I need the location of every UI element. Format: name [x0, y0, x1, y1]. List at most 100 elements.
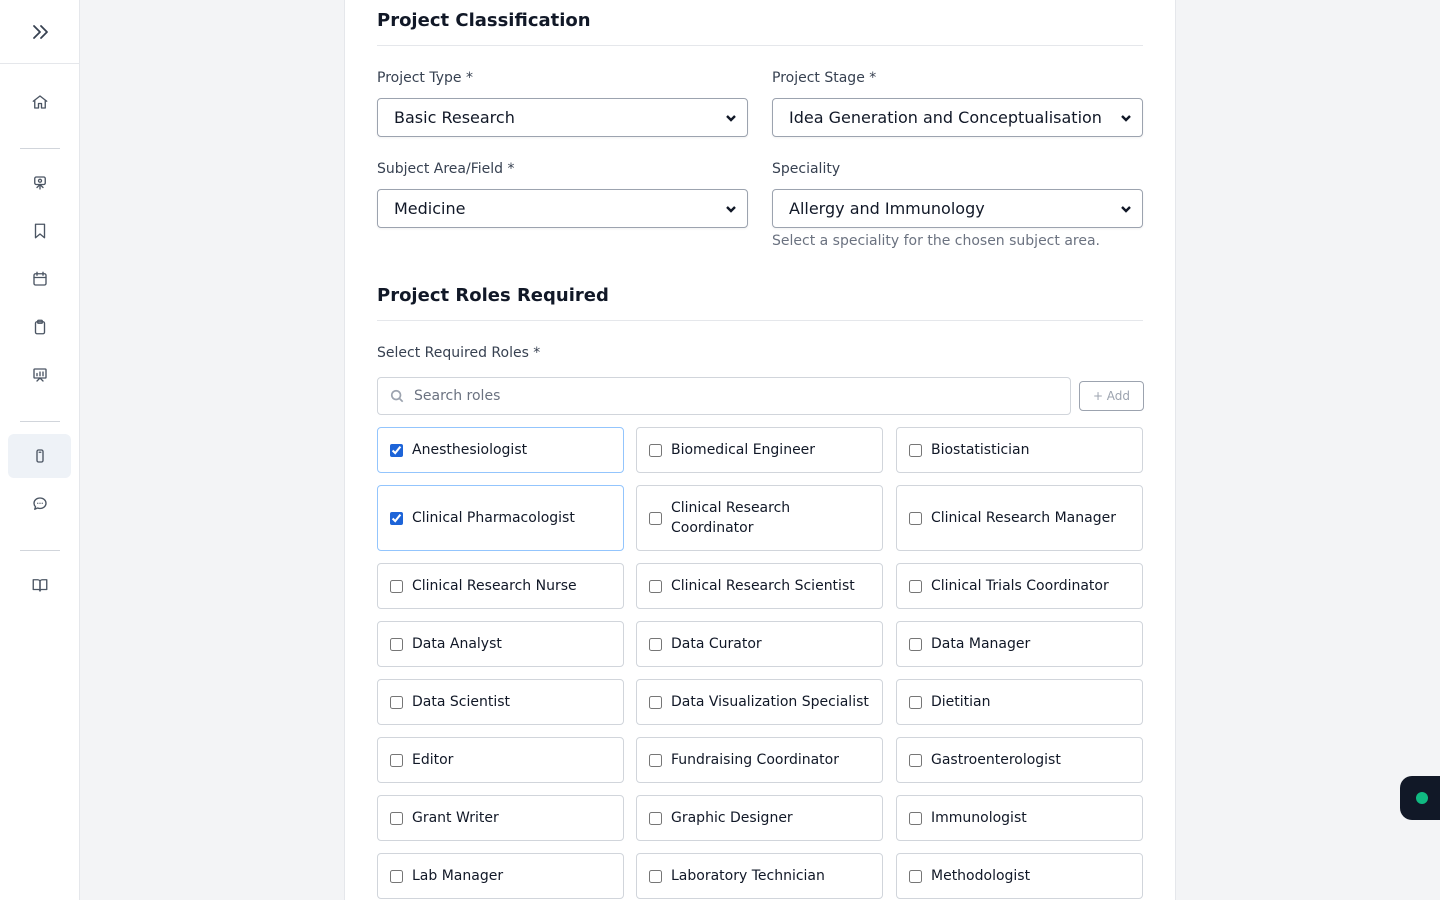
- role-search-input[interactable]: [414, 388, 1014, 404]
- role-checkbox[interactable]: [649, 695, 662, 709]
- home-icon: [32, 95, 47, 109]
- role-option[interactable]: Graphic Designer: [636, 795, 883, 841]
- role-checkbox[interactable]: [909, 443, 922, 457]
- role-checkbox[interactable]: [909, 637, 922, 651]
- project-type-value: Basic Research: [394, 108, 515, 127]
- speciality-select[interactable]: Allergy and Immunology: [772, 189, 1143, 228]
- sidebar-item-bookmarks[interactable]: [8, 209, 71, 253]
- role-option[interactable]: Laboratory Technician: [636, 853, 883, 899]
- role-checkbox[interactable]: [909, 511, 922, 525]
- role-checkbox[interactable]: [390, 637, 403, 651]
- project-stage-select[interactable]: Idea Generation and Conceptualisation: [772, 98, 1143, 137]
- role-label: Dietitian: [931, 694, 991, 710]
- phone-icon: [35, 449, 44, 463]
- role-option[interactable]: Clinical Research Scientist: [636, 563, 883, 609]
- role-option[interactable]: Data Manager: [896, 621, 1143, 667]
- role-label: Immunologist: [931, 810, 1027, 826]
- role-option[interactable]: Dietitian: [896, 679, 1143, 725]
- book-icon: [32, 579, 47, 592]
- role-option[interactable]: Grant Writer: [377, 795, 624, 841]
- role-option[interactable]: Data Curator: [636, 621, 883, 667]
- role-option[interactable]: Clinical Pharmacologist: [377, 485, 624, 551]
- chevrons-right-icon: [32, 24, 48, 39]
- role-option[interactable]: Clinical Research Nurse: [377, 563, 624, 609]
- sidebar-divider: [20, 421, 60, 422]
- add-role-button[interactable]: + Add: [1079, 381, 1144, 411]
- role-option[interactable]: Methodologist: [896, 853, 1143, 899]
- role-checkbox[interactable]: [909, 695, 922, 709]
- online-status-dot: [1416, 792, 1428, 804]
- subject-area-select[interactable]: Medicine: [377, 189, 748, 228]
- role-checkbox[interactable]: [649, 637, 662, 651]
- role-checkbox[interactable]: [649, 443, 662, 457]
- role-label: Methodologist: [931, 868, 1031, 884]
- speciality-value: Allergy and Immunology: [789, 199, 985, 218]
- project-stage-label: Project Stage *: [772, 70, 877, 86]
- section-title-roles: Project Roles Required: [377, 285, 609, 306]
- sidebar-item-messages[interactable]: [8, 482, 71, 526]
- subject-area-value: Medicine: [394, 199, 466, 218]
- role-checkbox[interactable]: [390, 753, 403, 767]
- sidebar-divider: [20, 550, 60, 551]
- role-option[interactable]: Clinical Research Coordinator: [636, 485, 883, 551]
- presentation-icon: [33, 176, 46, 190]
- search-icon: [390, 389, 404, 403]
- sidebar-item-projects[interactable]: [8, 434, 71, 478]
- sidebar-item-reports[interactable]: [8, 353, 71, 397]
- sidebar: [0, 0, 80, 900]
- role-label: Laboratory Technician: [671, 868, 825, 884]
- role-search-field[interactable]: [377, 377, 1071, 415]
- role-option[interactable]: Clinical Trials Coordinator: [896, 563, 1143, 609]
- role-option[interactable]: Biomedical Engineer: [636, 427, 883, 473]
- speciality-label: Speciality: [772, 161, 841, 177]
- role-checkbox[interactable]: [649, 579, 662, 593]
- role-checkbox[interactable]: [390, 579, 403, 593]
- chart-board-icon: [32, 368, 47, 382]
- role-option[interactable]: Editor: [377, 737, 624, 783]
- sidebar-item-clipboard[interactable]: [8, 305, 71, 349]
- chat-widget-button[interactable]: [1400, 776, 1440, 820]
- role-checkbox[interactable]: [649, 811, 662, 825]
- clipboard-icon: [34, 319, 45, 335]
- role-checkbox[interactable]: [909, 869, 922, 883]
- role-option[interactable]: Data Scientist: [377, 679, 624, 725]
- role-label: Clinical Research Manager: [931, 510, 1116, 526]
- role-checkbox[interactable]: [909, 753, 922, 767]
- sidebar-divider: [20, 148, 60, 149]
- role-label: Biostatistician: [931, 442, 1030, 458]
- role-option[interactable]: Gastroenterologist: [896, 737, 1143, 783]
- chevron-down-icon: [726, 205, 736, 213]
- chevron-down-icon: [1121, 114, 1131, 122]
- sidebar-item-docs[interactable]: [8, 563, 71, 607]
- role-checkbox[interactable]: [390, 695, 403, 709]
- role-label: Clinical Pharmacologist: [412, 510, 575, 526]
- role-checkbox[interactable]: [390, 443, 403, 457]
- role-checkbox[interactable]: [649, 753, 662, 767]
- project-type-select[interactable]: Basic Research: [377, 98, 748, 137]
- role-label: Anesthesiologist: [412, 442, 528, 458]
- role-option[interactable]: Immunologist: [896, 795, 1143, 841]
- role-option[interactable]: Fundraising Coordinator: [636, 737, 883, 783]
- role-option[interactable]: Data Visualization Specialist: [636, 679, 883, 725]
- sidebar-item-presentation[interactable]: [8, 161, 71, 205]
- role-checkbox[interactable]: [649, 869, 662, 883]
- role-label: Data Curator: [671, 636, 762, 652]
- sidebar-item-calendar[interactable]: [8, 257, 71, 301]
- role-checkbox[interactable]: [390, 511, 403, 525]
- project-stage-value: Idea Generation and Conceptualisation: [789, 108, 1102, 127]
- role-checkbox[interactable]: [390, 811, 403, 825]
- role-option[interactable]: Data Analyst: [377, 621, 624, 667]
- role-option[interactable]: Biostatistician: [896, 427, 1143, 473]
- role-checkbox[interactable]: [909, 579, 922, 593]
- role-option[interactable]: Lab Manager: [377, 853, 624, 899]
- role-checkbox[interactable]: [390, 869, 403, 883]
- section-title-classification: Project Classification: [377, 10, 591, 31]
- role-checkbox[interactable]: [909, 811, 922, 825]
- role-option[interactable]: Anesthesiologist: [377, 427, 624, 473]
- role-checkbox[interactable]: [649, 511, 662, 525]
- sidebar-item-home[interactable]: [8, 80, 71, 124]
- expand-sidebar-button[interactable]: [0, 0, 79, 64]
- role-label: Fundraising Coordinator: [671, 752, 839, 768]
- role-label: Data Analyst: [412, 636, 502, 652]
- role-option[interactable]: Clinical Research Manager: [896, 485, 1143, 551]
